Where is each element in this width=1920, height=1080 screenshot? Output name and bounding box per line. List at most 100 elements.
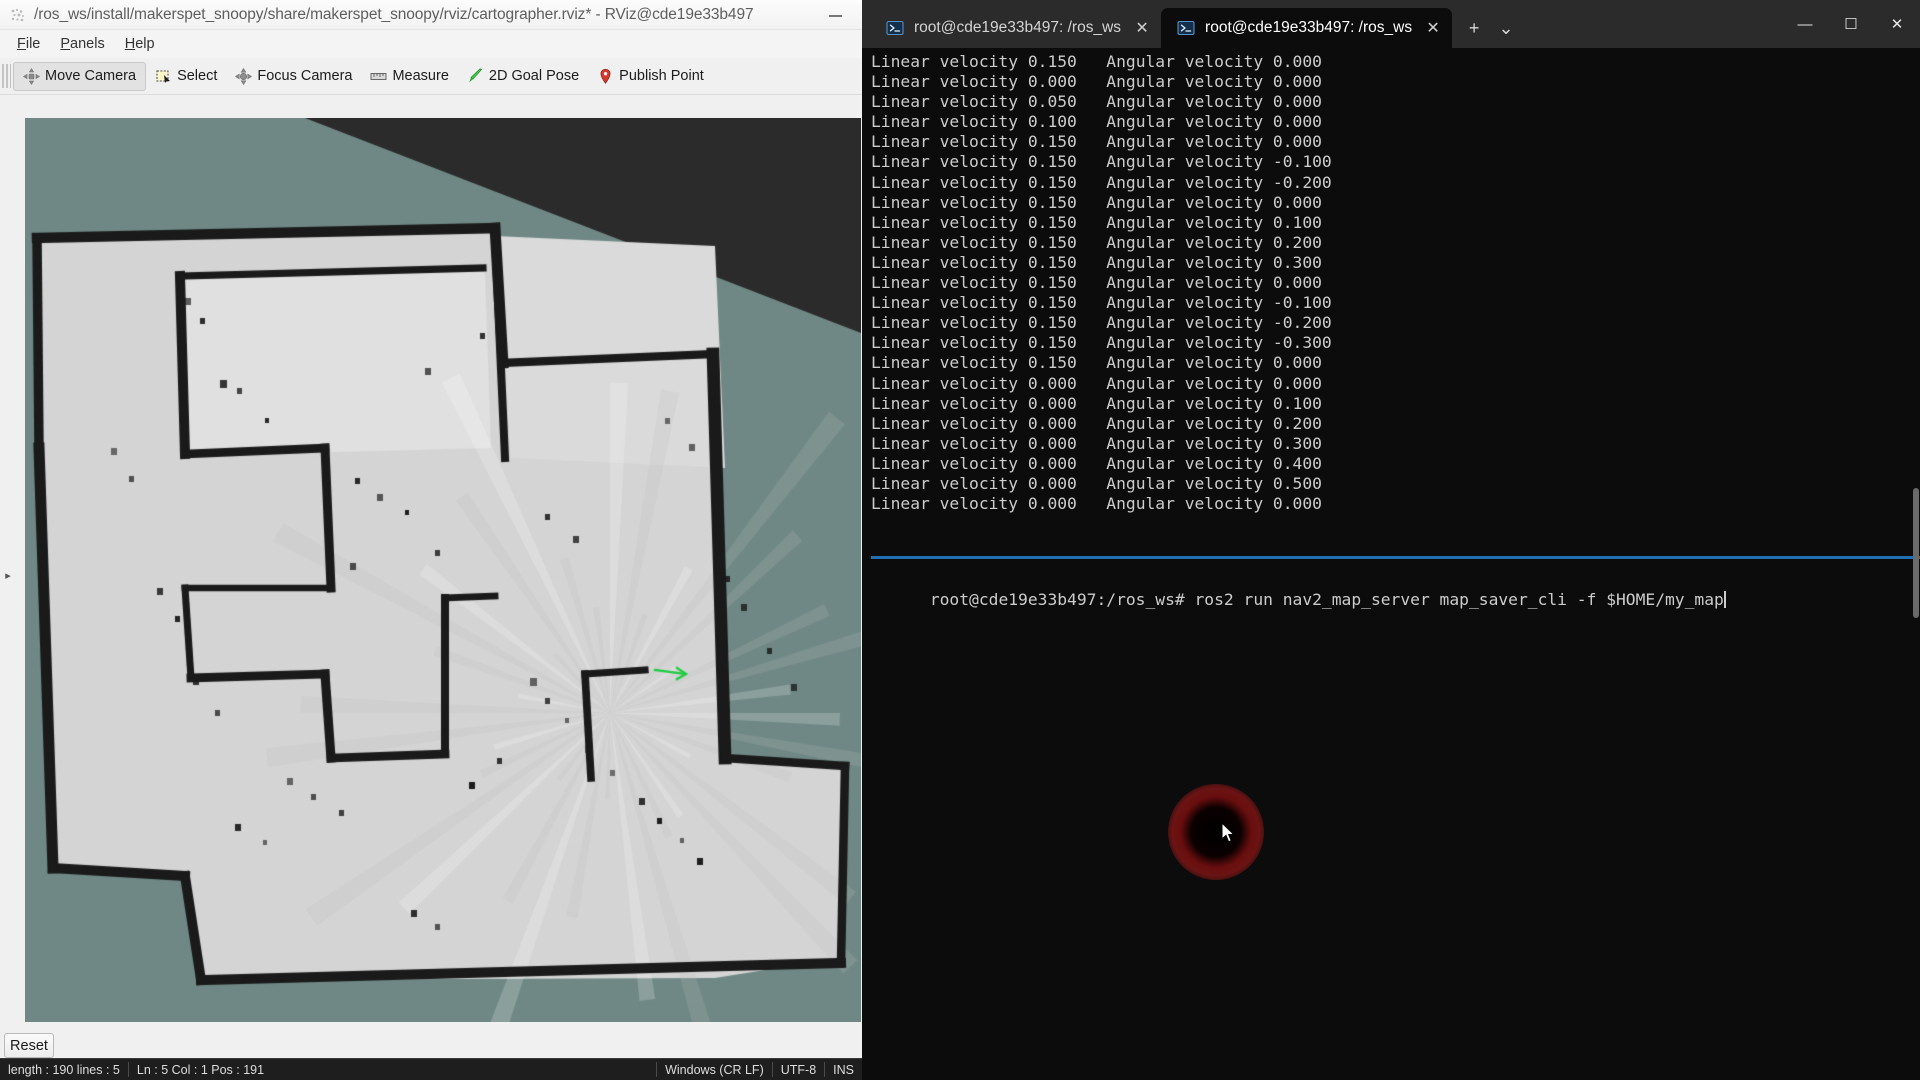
linear-velocity-entry: Linear velocity 0.000 [871,72,1077,91]
linear-velocity-entry: Linear velocity 0.100 [871,112,1077,131]
angular-velocity-entry: Angular velocity 0.000 [1106,374,1322,394]
measure-icon [370,68,387,85]
linear-velocity-entry: Linear velocity 0.050 [871,92,1077,111]
new-tab-button[interactable]: + [1458,12,1490,44]
linear-velocity-entry: Linear velocity 0.150 [871,333,1077,352]
menu-item-help[interactable]: Help [116,33,164,55]
tool-select-label: Select [177,68,217,84]
window-maximize-button[interactable]: ☐ [1828,0,1874,48]
window-minimize-button[interactable]: — [1782,0,1828,48]
rviz-window: /ros_ws/install/makerspet_snoopy/share/m… [0,0,862,1080]
rviz-titlebar: /ros_ws/install/makerspet_snoopy/share/m… [0,0,862,30]
terminal-scrollbar[interactable] [1911,48,1920,1080]
angular-velocity-entry: Angular velocity 0.000 [1106,52,1322,72]
terminal-output-line: Linear velocity 0.150 Angular velocity 0… [871,132,1332,152]
terminal-prompt-line[interactable]: root@cde19e33b497:/ros_ws# ros2 run nav2… [871,570,1726,630]
angular-velocity-entry: Angular velocity 0.200 [1106,233,1322,253]
window-controls: — ☐ ✕ [1782,0,1920,48]
goal-pose-icon [467,68,484,85]
linear-velocity-entry: Linear velocity 0.150 [871,353,1077,372]
move-camera-icon [23,68,40,85]
terminal-output-line: Linear velocity 0.000 Angular velocity 0… [871,374,1332,394]
terminal-tab-2-close-icon[interactable]: ✕ [1422,17,1444,39]
angular-velocity-entry: Angular velocity 0.000 [1106,273,1322,293]
reset-button[interactable]: Reset [4,1033,54,1058]
linear-velocity-entry: Linear velocity 0.000 [871,434,1077,453]
angular-velocity-entry: Angular velocity 0.100 [1106,394,1322,414]
terminal-output-region[interactable]: Linear velocity 0.150 Angular velocity 0… [862,48,1920,556]
terminal-output-lines: Linear velocity 0.150 Angular velocity 0… [871,52,1332,514]
tool-move-camera[interactable]: Move Camera [13,62,146,91]
linear-velocity-entry: Linear velocity 0.150 [871,173,1077,192]
select-icon [155,68,172,85]
angular-velocity-entry: Angular velocity 0.000 [1106,72,1322,92]
linear-velocity-entry: Linear velocity 0.000 [871,474,1077,493]
tool-focus-camera-label: Focus Camera [257,68,352,84]
tool-measure-label: Measure [392,68,448,84]
rviz-app-icon [10,7,26,23]
terminal-section-divider [871,556,1920,559]
terminal-tab-1-close-icon[interactable]: ✕ [1131,17,1153,39]
terminal-output-line: Linear velocity 0.150 Angular velocity 0… [871,253,1332,273]
angular-velocity-entry: Angular velocity -0.300 [1106,333,1331,353]
tool-focus-camera[interactable]: Focus Camera [226,62,361,91]
rviz-minimize-button[interactable] [822,7,848,23]
angular-velocity-entry: Angular velocity 0.000 [1106,353,1322,373]
terminal-output-line: Linear velocity 0.050 Angular velocity 0… [871,92,1332,112]
window-close-button[interactable]: ✕ [1874,0,1920,48]
terminal-output-line: Linear velocity 0.150 Angular velocity 0… [871,233,1332,253]
linear-velocity-entry: Linear velocity 0.000 [871,494,1077,513]
linear-velocity-entry: Linear velocity 0.000 [871,454,1077,473]
angular-velocity-entry: Angular velocity 0.400 [1106,454,1322,474]
angular-velocity-entry: Angular velocity 0.000 [1106,193,1322,213]
terminal-output-line: Linear velocity 0.150 Angular velocity -… [871,152,1332,172]
rviz-toolbar: Move Camera Select Focus Camera Measure … [0,58,862,95]
terminal-tab-1-label: root@cde19e33b497: /ros_ws [914,19,1121,37]
linear-velocity-entry: Linear velocity 0.150 [871,193,1077,212]
tab-menu-chevron-down-icon[interactable]: ⌄ [1490,12,1522,44]
tool-publish-point[interactable]: Publish Point [588,62,713,91]
panel-collapse-handle[interactable]: ▸ [2,566,14,586]
linear-velocity-entry: Linear velocity 0.000 [871,374,1077,393]
tool-move-camera-label: Move Camera [45,68,136,84]
status-line-ending: Windows (CR LF) [657,1063,772,1077]
occupancy-grid-map[interactable] [25,118,861,1022]
linear-velocity-entry: Linear velocity 0.000 [871,394,1077,413]
angular-velocity-entry: Angular velocity 0.000 [1106,92,1322,112]
terminal-scrollbar-thumb[interactable] [1913,488,1919,618]
angular-velocity-entry: Angular velocity -0.200 [1106,313,1331,333]
angular-velocity-entry: Angular velocity 0.300 [1106,434,1322,454]
terminal-tab-2[interactable]: root@cde19e33b497: /ros_ws ✕ [1161,8,1452,48]
terminal-command-text: ros2 run nav2_map_server map_saver_cli -… [1195,590,1724,609]
angular-velocity-entry: Angular velocity 0.200 [1106,414,1322,434]
terminal-output-line: Linear velocity 0.150 Angular velocity 0… [871,52,1332,72]
angular-velocity-entry: Angular velocity 0.100 [1106,213,1322,233]
angular-velocity-entry: Angular velocity -0.100 [1106,293,1331,313]
terminal-output-line: Linear velocity 0.150 Angular velocity 0… [871,273,1332,293]
terminal-prompt-string: root@cde19e33b497:/ros_ws# [930,590,1195,609]
toolbar-drag-handle[interactable] [2,64,11,88]
terminal-output-line: Linear velocity 0.150 Angular velocity 0… [871,213,1332,233]
rviz-3d-render-view[interactable] [25,118,861,1022]
linear-velocity-entry: Linear velocity 0.150 [871,273,1077,292]
linear-velocity-entry: Linear velocity 0.150 [871,152,1077,171]
powershell-icon [1177,19,1195,37]
terminal-output-line: Linear velocity 0.150 Angular velocity 0… [871,193,1332,213]
angular-velocity-entry: Angular velocity 0.000 [1106,112,1322,132]
linear-velocity-entry: Linear velocity 0.150 [871,233,1077,252]
angular-velocity-entry: Angular velocity 0.000 [1106,494,1322,514]
menu-item-file[interactable]: File [8,33,49,55]
tool-2d-goal-pose[interactable]: 2D Goal Pose [458,62,588,91]
linear-velocity-entry: Linear velocity 0.000 [871,414,1077,433]
terminal-tab-1[interactable]: root@cde19e33b497: /ros_ws ✕ [870,8,1161,48]
terminal-body[interactable]: Linear velocity 0.150 Angular velocity 0… [862,48,1920,1080]
tool-measure[interactable]: Measure [361,62,457,91]
status-bar: length : 190 lines : 5 Ln : 5 Col : 1 Po… [0,1058,862,1080]
rviz-window-title: /ros_ws/install/makerspet_snoopy/share/m… [34,6,754,24]
terminal-output-line: Linear velocity 0.000 Angular velocity 0… [871,494,1332,514]
tool-select[interactable]: Select [146,62,226,91]
terminal-output-line: Linear velocity 0.150 Angular velocity 0… [871,353,1332,373]
terminal-output-line: Linear velocity 0.150 Angular velocity -… [871,313,1332,333]
menu-item-panels[interactable]: Panels [51,33,113,55]
tool-publish-point-label: Publish Point [619,68,704,84]
